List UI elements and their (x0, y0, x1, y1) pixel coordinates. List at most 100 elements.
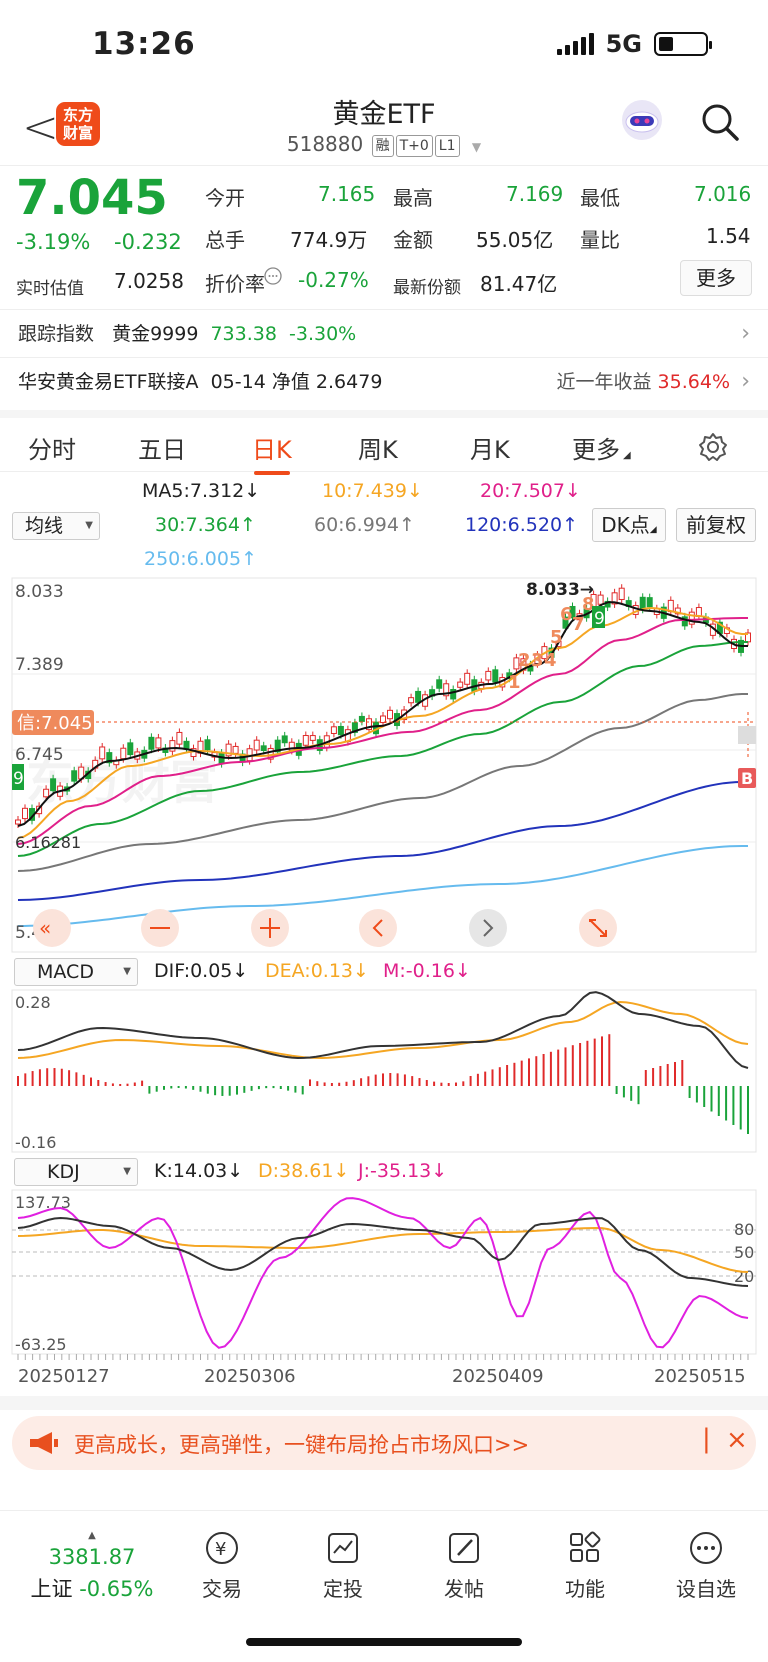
svg-text:6: 6 (560, 604, 573, 625)
svg-text:4: 4 (544, 650, 557, 671)
candle-body (408, 697, 415, 704)
svg-text:50: 50 (734, 1243, 754, 1262)
candle-body (253, 739, 260, 751)
functions-button[interactable]: 功能 (545, 1529, 625, 1602)
rewind-button[interactable]: « (33, 909, 71, 947)
trade-icon: ¥ (206, 1532, 238, 1564)
zoom-in-button[interactable] (251, 909, 289, 947)
iopv-value: 7.0258 (114, 269, 184, 293)
info-icon[interactable] (263, 266, 283, 286)
svg-text:7: 7 (572, 614, 585, 635)
index-name: 上证 (30, 1577, 73, 1601)
chart-icon (328, 1533, 358, 1563)
network-type: 5G (605, 30, 642, 58)
tab-more[interactable]: 更多 ◢ (572, 430, 631, 465)
trade-button[interactable]: ¥ 交易 (182, 1529, 262, 1602)
tab-monthly-k[interactable]: 月K (470, 430, 510, 465)
chart-controls: « (33, 909, 617, 947)
macd-dif: DIF:0.05↓ (154, 960, 249, 982)
candle-body (232, 745, 239, 754)
quote-panel: 7.045 -3.19% -0.232 实时估值 7.0258 今开 7.165… (0, 165, 768, 305)
candle-body (15, 819, 21, 825)
low-value: 7.016 (694, 182, 752, 206)
candle-body (309, 735, 316, 741)
candle-body (71, 770, 78, 782)
tab-five-day[interactable]: 五日 (138, 430, 186, 465)
change-value: -0.232 (114, 230, 182, 254)
zoom-out-button[interactable] (141, 909, 179, 947)
tab-daily-k[interactable]: 日K (252, 430, 292, 475)
tab-weekly-k[interactable]: 周K (358, 430, 398, 465)
svg-text:20: 20 (734, 1267, 754, 1286)
track-name: 黄金9999 (112, 323, 199, 345)
open-value: 7.165 (318, 182, 376, 206)
change-pct: -3.19% (16, 230, 91, 254)
date-label: 20250409 (452, 1366, 544, 1387)
y-axis-top: 8.033 (15, 582, 64, 602)
dropdown-caret-icon[interactable]: ▼ (472, 140, 481, 154)
linked-fund-row[interactable]: 华安黄金易ETF联接A 05-14 净值 2.6479 近一年收益 35.64%… (0, 357, 768, 405)
search-icon[interactable] (700, 102, 740, 142)
fullscreen-button[interactable] (579, 909, 617, 947)
close-icon[interactable]: × (726, 1425, 748, 1455)
svg-text:3: 3 (531, 650, 544, 671)
adjust-button[interactable]: 前复权 (676, 508, 756, 542)
ratio-label: 量比 (580, 228, 620, 252)
post-button[interactable]: 发帖 (424, 1529, 504, 1602)
prev-button[interactable] (359, 909, 397, 947)
gear-icon[interactable] (698, 432, 728, 462)
candle-body (436, 679, 443, 689)
megaphone-icon (30, 1432, 58, 1454)
candle-body (50, 778, 57, 792)
tag-l1: L1 (434, 134, 460, 157)
tab-intraday[interactable]: 分时 (28, 430, 76, 465)
dk-point-button[interactable]: DK点◢ (592, 508, 666, 542)
more-quote-button[interactable]: 更多 (680, 260, 752, 296)
kdj-k: K:14.03↓ (154, 1160, 244, 1182)
ma20-line (17, 617, 748, 845)
y-axis-low: 6.745 (15, 745, 64, 765)
candle-body (120, 747, 127, 760)
discount-label: 折价率 (205, 272, 265, 296)
robot-assistant-icon[interactable] (620, 98, 664, 142)
linked-nav: 2.6479 (315, 371, 383, 393)
next-button[interactable] (469, 909, 507, 947)
min-price-label: 6.16281 (15, 833, 81, 852)
macd-chart[interactable]: 0.28 -0.16 (0, 988, 768, 1154)
status-bar: 13:26 5G (0, 0, 768, 88)
high-label: 最高 (393, 186, 433, 210)
kdj-selector[interactable]: KDJ ▼ (14, 1158, 138, 1186)
candle-body (183, 740, 190, 749)
fixed-invest-button[interactable]: 定投 (303, 1529, 383, 1602)
shares-label: 最新份额 (393, 278, 461, 298)
amount-value: 55.05亿 (476, 228, 554, 252)
current-price-label: 信:7.045 (17, 713, 93, 734)
tracking-index-row[interactable]: 跟踪指数 黄金9999 733.38 -3.30% › (0, 309, 768, 357)
open-label: 今开 (205, 186, 245, 210)
index-ticker[interactable]: ▲ 3381.87 上证 -0.65% (22, 1531, 162, 1603)
candle-body (169, 740, 176, 752)
ma30-label: 30:7.364↑ (155, 514, 256, 536)
y-axis-mid: 7.389 (15, 655, 64, 675)
candle-body (99, 746, 106, 760)
dif-line (17, 991, 749, 1069)
kline-chart[interactable]: 东方财富 信:7.045 B 9 1 2 3 4 5 6 7 8 9 8.033… (0, 576, 768, 956)
macd-selector[interactable]: MACD ▼ (14, 958, 138, 986)
edit-icon (449, 1533, 479, 1563)
ma250-label: 250:6.005↑ (144, 548, 257, 570)
kdj-chart[interactable]: 137.73 -63.25 80 50 20 20250127 20250306… (0, 1188, 768, 1410)
candle-body (387, 709, 393, 720)
candle-body (281, 735, 288, 744)
battery-icon (654, 32, 712, 56)
low-label: 最低 (580, 186, 620, 210)
add-watchlist-button[interactable]: 设自选 (666, 1529, 746, 1602)
candle-body (43, 788, 50, 798)
grid-icon (570, 1531, 601, 1562)
kdj-d: D:38.61↓ (258, 1160, 350, 1182)
svg-text:2: 2 (518, 650, 531, 671)
ma-selector[interactable]: 均线 ▼ (12, 512, 100, 540)
signal-icon (556, 33, 594, 55)
promo-banner[interactable]: 更高成长，更高弹性，一键布局抢占市场风口>> | × (12, 1416, 756, 1470)
svg-text:1: 1 (508, 672, 521, 693)
kdj-j: J:-35.13↓ (358, 1160, 448, 1182)
